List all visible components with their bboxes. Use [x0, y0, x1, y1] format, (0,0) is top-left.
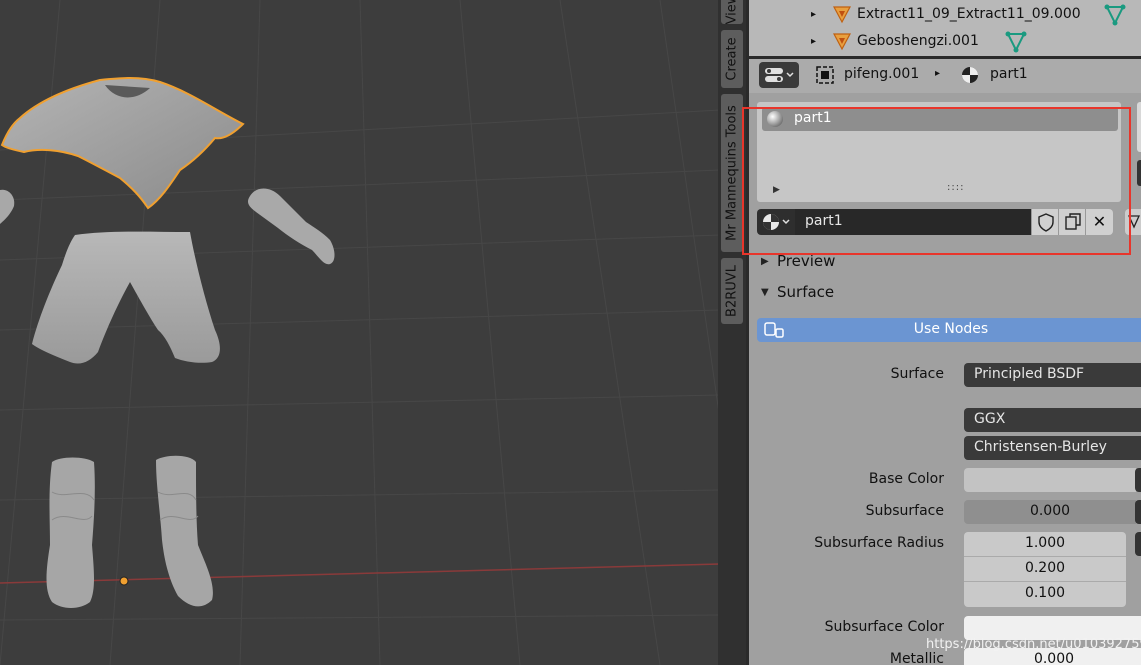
tab-mr-mannequins-tools-label: Mr Mannequins Tools [724, 105, 740, 241]
unlink-material-button[interactable]: ✕ [1085, 209, 1113, 235]
duplicate-icon [1065, 213, 1081, 230]
shield-icon [1038, 213, 1054, 232]
preview-panel-header[interactable]: ▶ Preview [749, 248, 1141, 276]
origin-point [119, 576, 129, 586]
distribution-dropdown[interactable]: GGX [964, 408, 1141, 432]
area-divider[interactable] [746, 0, 749, 665]
surface-shader-dropdown[interactable]: Principled BSDF [964, 363, 1141, 387]
use-nodes-button[interactable]: Use Nodes [757, 318, 1141, 342]
material-sphere-icon [767, 111, 783, 127]
preview-label: Preview [777, 252, 836, 270]
surface-shader-label: Surface [890, 366, 944, 382]
tab-view[interactable]: View [721, 0, 743, 24]
subsurface-label: Subsurface [865, 503, 944, 519]
breadcrumb-material[interactable]: part1 [990, 66, 1028, 82]
material-name-field[interactable]: part1 [795, 209, 1031, 235]
tab-b2ruvl[interactable]: B2RUVL [721, 258, 743, 324]
material-slot-name: part1 [794, 110, 832, 126]
breadcrumb-separator-icon: ▸ [935, 68, 941, 79]
subsurface-radius-label: Subsurface Radius [814, 535, 944, 551]
3d-viewport[interactable] [0, 0, 720, 665]
properties-editor-icon [765, 68, 794, 82]
list-expand-icon[interactable]: ▶ [773, 185, 780, 195]
material-icon [962, 67, 978, 83]
subsurface-field[interactable]: 0.000 [964, 500, 1136, 524]
fake-user-button[interactable] [1031, 209, 1059, 235]
list-resize-grip-icon[interactable]: :::: [947, 182, 964, 193]
base-color-link-button[interactable] [1135, 468, 1141, 492]
base-color-field[interactable] [964, 468, 1136, 492]
tab-b2ruvl-label: B2RUVL [724, 265, 740, 317]
cape-mesh [0, 77, 245, 210]
sidebar-tabs: View Create Mr Mannequins Tools B2RUVL [718, 0, 746, 665]
subsurface-radius-y[interactable]: 0.200 [964, 557, 1126, 582]
subsurface-radius-x[interactable]: 1.000 [964, 532, 1126, 557]
surface-label: Surface [777, 283, 835, 301]
node-link-button[interactable] [1125, 209, 1141, 235]
scroll-stub [1137, 102, 1141, 152]
tab-mr-mannequins-tools[interactable]: Mr Mannequins Tools [721, 94, 743, 252]
subsurface-radius-vector: 1.000 0.200 0.100 [964, 532, 1126, 607]
left-arm-mesh [0, 189, 15, 224]
subsurface-method-dropdown[interactable]: Christensen-Burley [964, 436, 1141, 460]
mesh-data-icon [833, 33, 851, 51]
expand-arrow-icon[interactable]: ▸ [811, 36, 816, 47]
properties-header: pifeng.001 ▸ part1 [749, 59, 1141, 93]
material-datablock-field: part1 ✕ [757, 209, 1123, 235]
viewport-scene [0, 0, 720, 665]
scroll-stub [1137, 160, 1141, 186]
outliner-item-name: Extract11_09_Extract11_09.000 [857, 6, 1081, 22]
surface-panel-header[interactable]: ▼ Surface [749, 279, 1141, 307]
base-color-label: Base Color [868, 471, 944, 487]
editor-type-button[interactable] [759, 62, 799, 88]
outliner-row[interactable]: ▸ Geboshengzi.001 [749, 28, 1141, 56]
object-icon [816, 66, 834, 84]
tab-view-label: View [724, 0, 740, 24]
outliner-item-name: Geboshengzi.001 [857, 33, 979, 49]
material-browse-icon [763, 214, 790, 230]
expand-arrow-icon[interactable]: ▸ [811, 9, 816, 20]
tab-create-label: Create [724, 37, 740, 81]
outliner-row[interactable]: ▸ Extract11_09_Extract11_09.000 [749, 1, 1141, 29]
material-slot-list[interactable]: part1 ▶ :::: [757, 102, 1121, 202]
watermark-text: https://blog.csdn.net/u010392759 [926, 637, 1141, 652]
expanded-arrow-icon: ▼ [761, 287, 769, 298]
modifier-icon[interactable] [1103, 3, 1127, 27]
modifier-icon[interactable] [1004, 30, 1028, 54]
metallic-label: Metallic [889, 651, 944, 665]
pants-mesh [32, 231, 220, 364]
mesh-data-icon [833, 6, 851, 24]
close-icon: ✕ [1092, 212, 1107, 231]
outliner: ▸ Extract11_09_Extract11_09.000 ▸ Gebosh… [749, 0, 1141, 56]
subsurface-radius-link-button[interactable] [1135, 532, 1141, 556]
x-axis-line [0, 563, 720, 584]
subsurface-radius-z[interactable]: 0.100 [964, 582, 1126, 607]
modifier-icon [1127, 215, 1141, 229]
subsurface-color-label: Subsurface Color [824, 619, 944, 635]
duplicate-material-button[interactable] [1058, 209, 1086, 235]
breadcrumb-object[interactable]: pifeng.001 [844, 66, 919, 82]
browse-material-button[interactable] [757, 209, 795, 235]
left-boot-mesh [46, 457, 95, 608]
tab-create[interactable]: Create [721, 30, 743, 88]
collapsed-arrow-icon: ▶ [761, 256, 769, 267]
material-slot-item[interactable]: part1 [762, 107, 1118, 131]
right-boot-mesh [156, 455, 213, 607]
right-arm-mesh [248, 188, 335, 265]
subsurface-link-button[interactable] [1135, 500, 1141, 524]
use-nodes-label: Use Nodes [913, 321, 989, 337]
properties-editor: ▸ Extract11_09_Extract11_09.000 ▸ Gebosh… [746, 0, 1141, 665]
